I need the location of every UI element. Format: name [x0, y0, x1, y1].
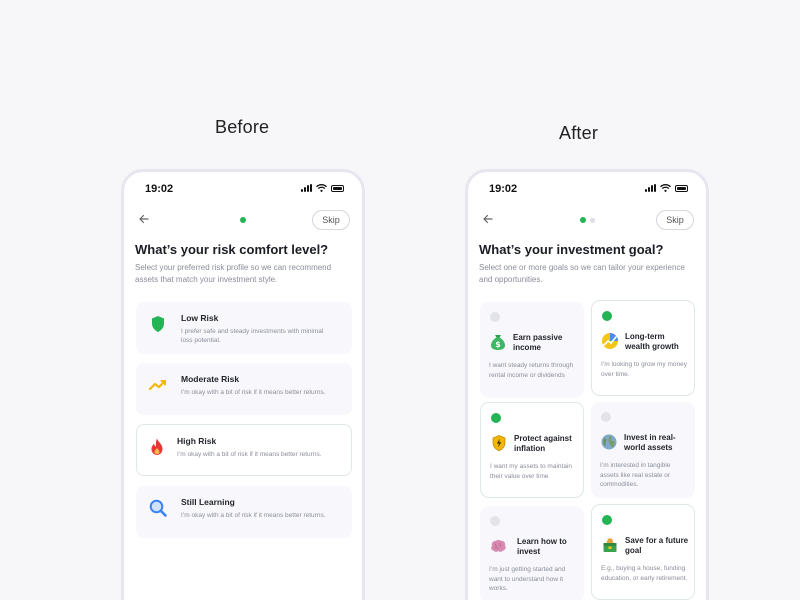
goal-desc: I’m looking to grow my money over time.: [601, 361, 687, 378]
savings-box-icon: [603, 538, 617, 552]
nav-row: Skip: [124, 208, 362, 234]
risk-option-desc: I’m okay with a bit of risk if it means …: [177, 451, 322, 458]
status-bar: 19:02: [124, 172, 362, 206]
goal-desc: I’m just getting started and want to und…: [489, 566, 566, 592]
goal-card-save-future[interactable]: Save for a future goal E.g., buying a ho…: [591, 504, 695, 600]
risk-option-learning[interactable]: Still Learning I’m okay with a bit of ri…: [136, 486, 352, 538]
goal-card-real-world-assets[interactable]: Invest in real-world assets I’m interest…: [591, 402, 695, 498]
growth-chart-icon: [602, 333, 618, 349]
status-time: 19:02: [489, 183, 518, 195]
wifi-icon: [660, 184, 671, 192]
page-subtitle: Select your preferred risk profile so we…: [135, 263, 332, 284]
risk-option-label: Low Risk: [181, 313, 219, 323]
goal-checkbox[interactable]: [491, 413, 501, 423]
risk-option-label: Still Learning: [181, 497, 235, 507]
risk-option-label: Moderate Risk: [181, 374, 240, 384]
goal-label: Earn passive income: [513, 333, 563, 352]
status-time: 19:02: [145, 183, 174, 195]
goal-card-inflation[interactable]: Protect against inflation I want my asse…: [480, 402, 584, 498]
goal-checkbox[interactable]: [602, 515, 612, 525]
goal-label: Long-term wealth growth: [625, 332, 679, 351]
status-bar: 19:02: [468, 172, 706, 206]
battery-icon: [331, 184, 344, 192]
magnifier-icon: [149, 499, 167, 517]
goal-card-wealth-growth[interactable]: Long-term wealth growth I’m looking to g…: [591, 300, 695, 396]
risk-option-desc: I’m okay with a bit of risk if it means …: [181, 389, 326, 396]
progress-dot-active: [240, 217, 246, 223]
progress-dot-active: [579, 217, 586, 223]
shield-icon: [152, 316, 164, 332]
goal-desc: E.g., buying a house, funding education,…: [601, 565, 688, 582]
page-title: What’s your risk comfort level?: [135, 242, 329, 257]
risk-option-low[interactable]: Low Risk I prefer safe and steady invest…: [136, 302, 352, 354]
signal-icon: [301, 184, 312, 192]
goal-checkbox[interactable]: [490, 312, 500, 322]
goal-desc: I want my assets to maintain their value…: [490, 463, 573, 480]
globe-icon: [601, 434, 617, 450]
goal-checkbox[interactable]: [602, 311, 612, 321]
svg-text:$: $: [495, 340, 501, 349]
goal-label: Save for a future goal: [625, 536, 689, 555]
goal-label: Invest in real-world assets: [624, 433, 676, 452]
trend-icon: [148, 379, 167, 391]
risk-option-desc: I’m okay with a bit of risk if it means …: [181, 512, 326, 519]
after-caption: After: [559, 123, 599, 143]
before-caption: Before: [215, 117, 270, 137]
brain-icon: [491, 539, 506, 552]
signal-icon: [645, 184, 656, 192]
page-title: What’s your investment goal?: [479, 242, 664, 257]
risk-option-moderate[interactable]: Moderate Risk I’m okay with a bit of ris…: [136, 363, 352, 415]
progress-dot-inactive: [589, 217, 595, 223]
money-bag-icon: $: [491, 335, 505, 350]
goal-card-passive-income[interactable]: $ Earn passive income I want steady retu…: [480, 302, 584, 398]
goal-label: Protect against inflation: [514, 434, 572, 453]
status-icons: [301, 184, 344, 192]
goal-desc: I want steady returns through rental inc…: [489, 362, 574, 379]
goal-desc: I’m interested in tangible assets like r…: [600, 462, 671, 488]
battery-icon: [675, 184, 688, 192]
nav-row: Skip: [468, 208, 706, 234]
phone-before: 19:02 Skip What’s your risk comfort leve…: [121, 169, 365, 600]
phone-after: 19:02 Skip What’s your investment goal? …: [465, 169, 709, 600]
shield-bolt-icon: [492, 435, 506, 452]
goal-checkbox[interactable]: [490, 516, 500, 526]
fire-icon: [151, 438, 163, 455]
goal-card-learn[interactable]: Learn how to invest I’m just getting sta…: [480, 506, 584, 600]
goal-label: Learn how to invest: [517, 537, 567, 556]
page-subtitle: Select one or more goals so we can tailo…: [479, 263, 685, 284]
skip-button[interactable]: Skip: [312, 210, 350, 230]
risk-option-label: High Risk: [177, 436, 217, 446]
wifi-icon: [316, 184, 327, 192]
status-icons: [645, 184, 688, 192]
skip-button[interactable]: Skip: [656, 210, 694, 230]
goal-checkbox[interactable]: [601, 412, 611, 422]
risk-option-desc: I prefer safe and steady investments wit…: [181, 328, 324, 344]
risk-option-high[interactable]: High Risk I’m okay with a bit of risk if…: [136, 424, 352, 476]
